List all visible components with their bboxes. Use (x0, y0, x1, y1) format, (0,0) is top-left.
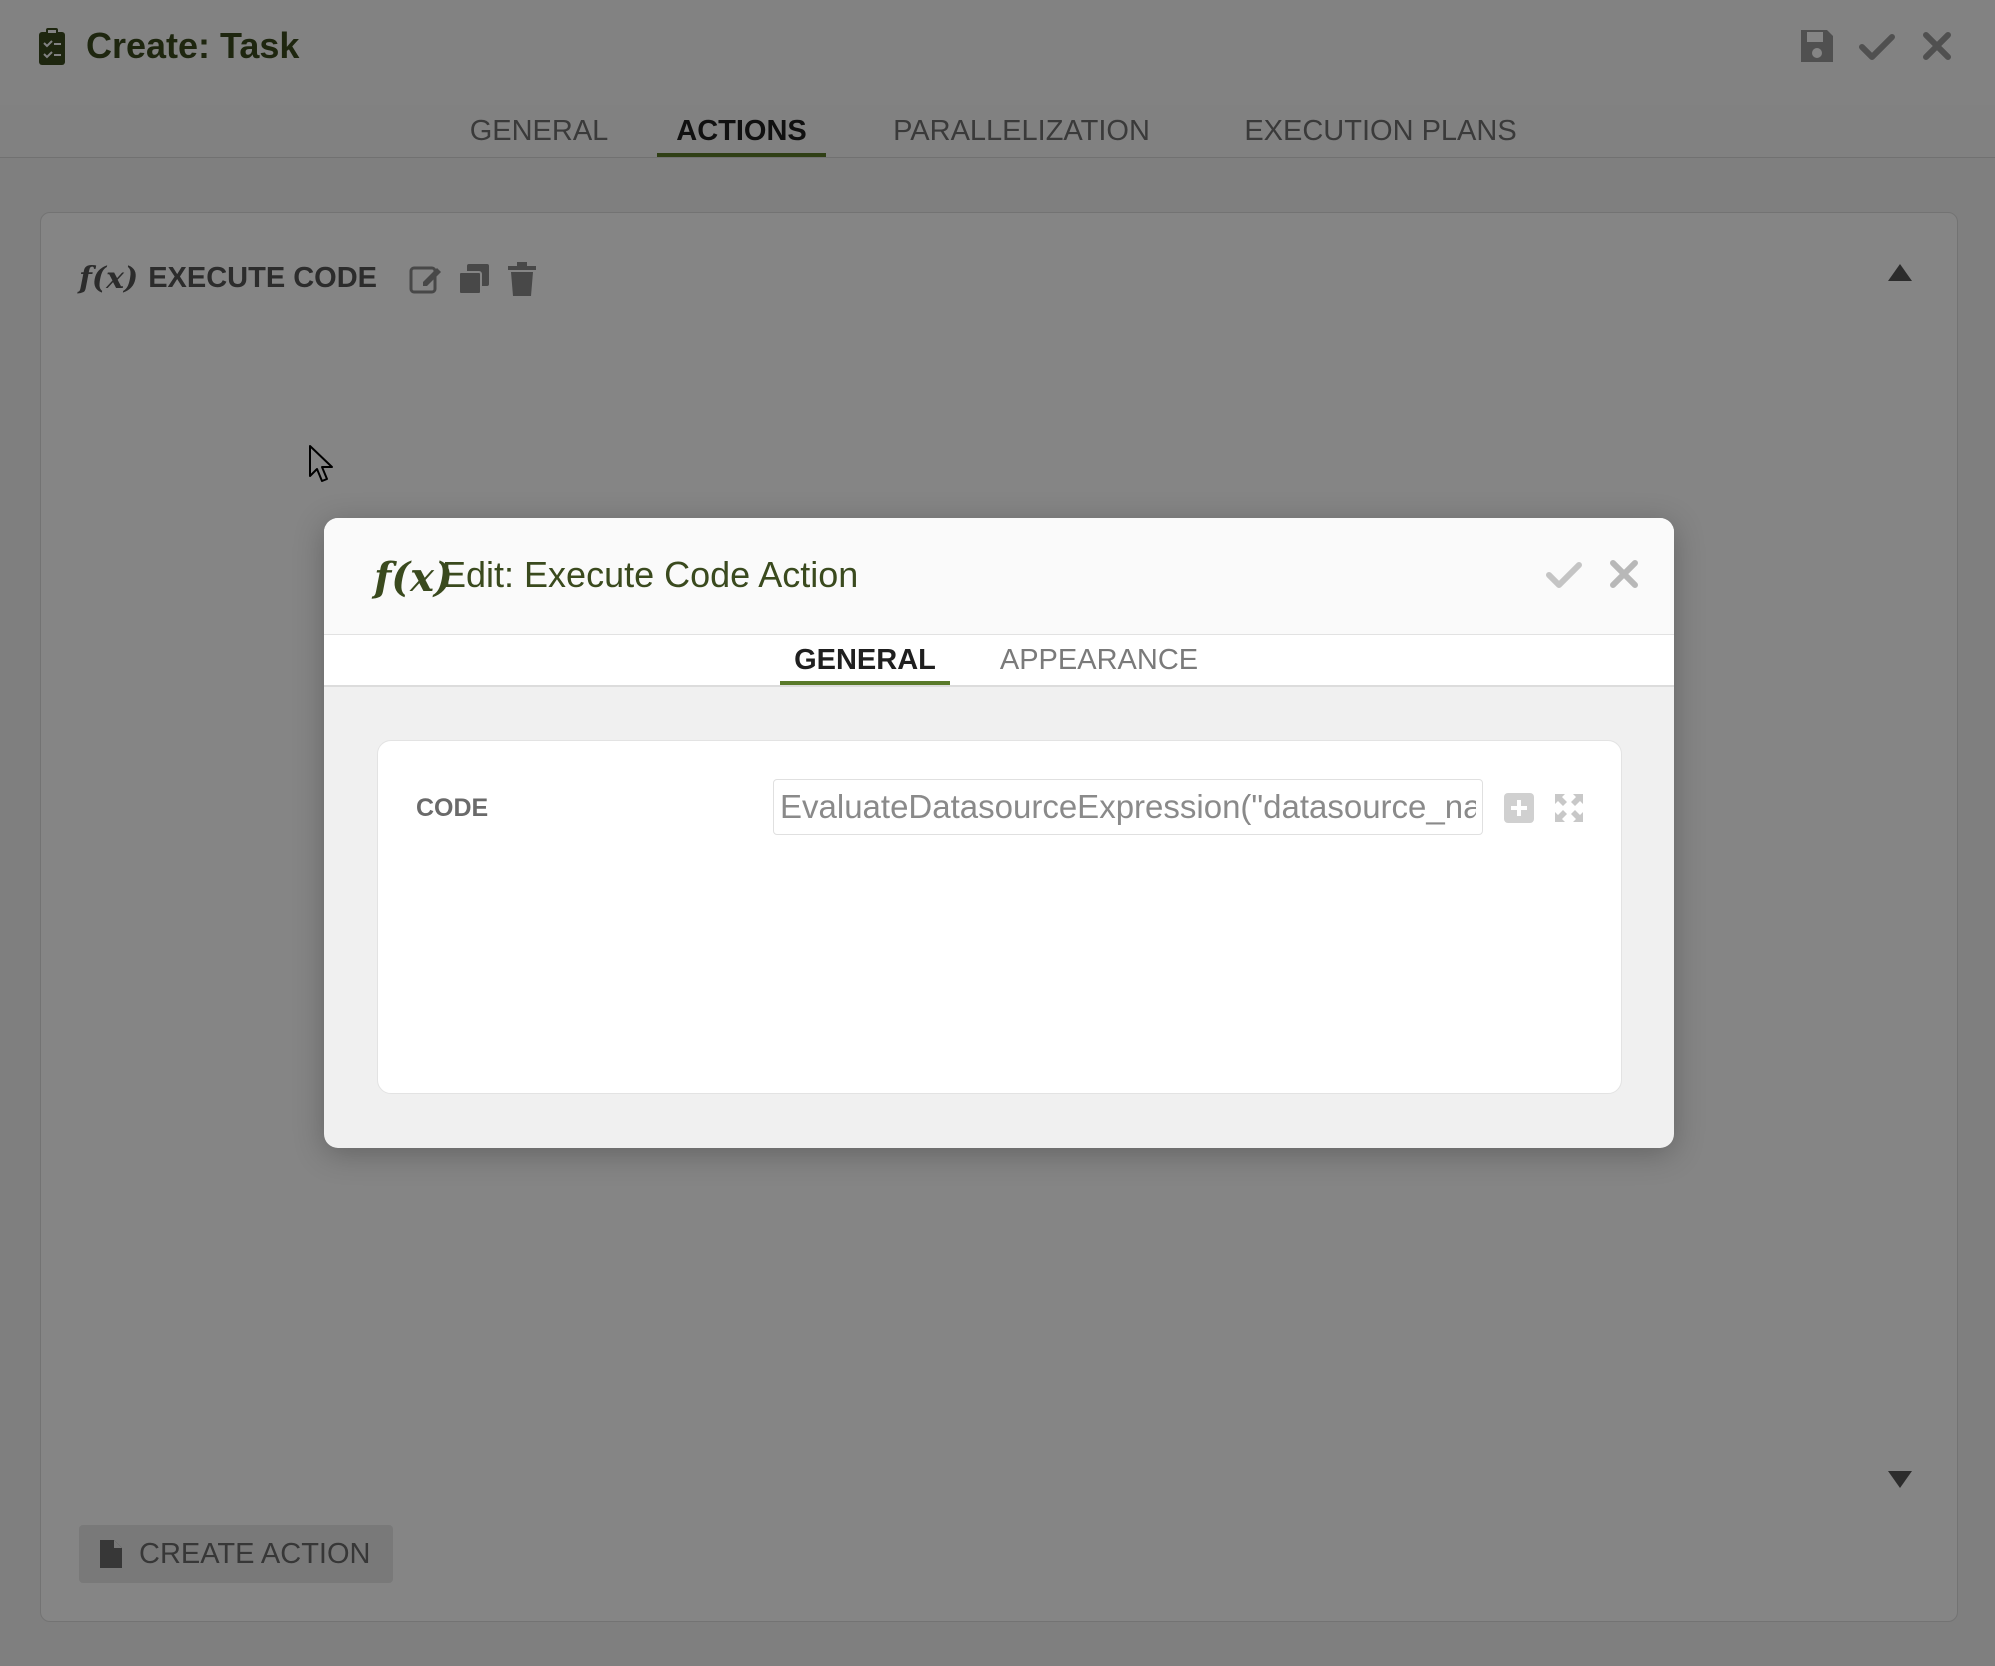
confirm-check-icon[interactable] (1544, 554, 1584, 594)
task-editor-window: Create: Task GENERAL ACTIONS PARALLELIZA… (0, 0, 1995, 1666)
code-field-label: CODE (416, 794, 489, 822)
expand-icon[interactable] (1552, 791, 1586, 825)
code-field-card: CODE (377, 740, 1622, 1094)
dialog-tab-bar: GENERAL APPEARANCE (324, 635, 1674, 687)
code-field-tools (1502, 791, 1586, 825)
code-input[interactable] (773, 779, 1483, 835)
dialog-title: Edit: Execute Code Action (442, 554, 859, 595)
dialog-actions (1544, 554, 1644, 594)
dialog-tab-appearance[interactable]: APPEARANCE (994, 635, 1204, 685)
add-icon[interactable] (1502, 791, 1536, 825)
edit-action-dialog: f(x) Edit: Execute Code Action GENERAL A… (324, 518, 1674, 1148)
dialog-header: f(x) Edit: Execute Code Action (324, 518, 1674, 635)
dialog-tab-general[interactable]: GENERAL (780, 635, 950, 685)
dialog-close-icon[interactable] (1604, 554, 1644, 594)
